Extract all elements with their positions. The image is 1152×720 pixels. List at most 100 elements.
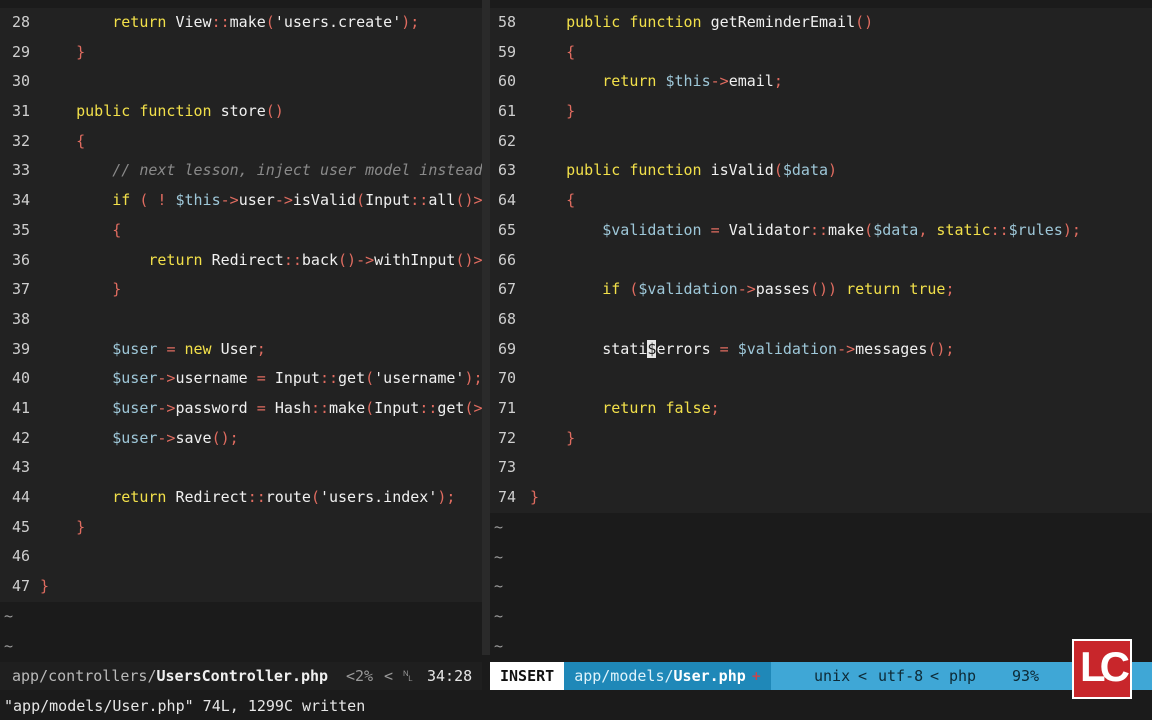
code-line[interactable]: 35 { xyxy=(0,216,482,246)
code-text[interactable]: return Redirect::route('users.index'); xyxy=(40,488,455,506)
code-text[interactable]: { xyxy=(530,191,575,209)
code-line[interactable]: 59 { xyxy=(490,38,1152,68)
line-number: 42 xyxy=(11,428,30,447)
line-number: 46 xyxy=(11,547,30,566)
line-number: 67 xyxy=(497,280,516,299)
code-text[interactable]: $user->username = Input::get('username')… xyxy=(40,369,482,387)
code-line[interactable]: 40 $user->username = Input::get('usernam… xyxy=(0,364,482,394)
code-text[interactable]: $user->password = Hash::make(Input::get(… xyxy=(40,399,482,417)
code-text[interactable]: // next lesson, inject user model instea… xyxy=(40,161,482,179)
tilde-marker: ~ xyxy=(4,607,14,625)
code-line[interactable]: 67 if ($validation->passes()) return tru… xyxy=(490,275,1152,305)
code-line[interactable]: 30 xyxy=(0,67,482,97)
line-number: 37 xyxy=(11,280,30,299)
line-number: 39 xyxy=(11,339,30,358)
code-line[interactable]: 46 xyxy=(0,542,482,572)
code-line[interactable]: 39 $user = new User; xyxy=(0,335,482,365)
tilde-marker: ~ xyxy=(494,577,504,596)
code-line[interactable]: 63 public function isValid($data) xyxy=(490,156,1152,186)
code-text[interactable]: return View::make('users.create'); xyxy=(40,13,419,31)
line-number: 59 xyxy=(497,42,516,61)
code-area-right[interactable]: 58 public function getReminderEmail() 59 … xyxy=(490,8,1152,513)
code-line[interactable]: 41 $user->password = Hash::make(Input::g… xyxy=(0,394,482,424)
vertical-split-divider[interactable] xyxy=(482,0,490,655)
code-line[interactable]: 72 } xyxy=(490,424,1152,454)
code-line[interactable]: 68 xyxy=(490,305,1152,335)
code-text[interactable]: $user = new User; xyxy=(40,340,266,358)
editor-pane-right[interactable]: 58 public function getReminderEmail() 59 … xyxy=(490,0,1152,655)
code-text[interactable]: { xyxy=(530,43,575,61)
line-number: 41 xyxy=(11,398,30,417)
line-number: 45 xyxy=(11,517,30,536)
line-number: 36 xyxy=(11,250,30,269)
code-text[interactable]: public function store() xyxy=(40,102,284,120)
code-text[interactable]: return $this->email; xyxy=(530,72,783,90)
code-line[interactable]: 36 return Redirect::back()->withInput()> xyxy=(0,246,482,276)
code-line[interactable]: 43 xyxy=(0,453,482,483)
code-text[interactable]: return Redirect::back()->withInput()> xyxy=(40,251,482,269)
status-right-percent: 93% xyxy=(1012,667,1040,685)
code-line[interactable]: 45 } xyxy=(0,513,482,543)
code-line[interactable]: 44 return Redirect::route('users.index')… xyxy=(0,483,482,513)
logo-text: LC xyxy=(1080,643,1130,690)
line-number: 72 xyxy=(497,428,516,447)
code-line[interactable]: 33 // next lesson, inject user model ins… xyxy=(0,156,482,186)
code-line[interactable]: 69 stati$errors = $validation->messages(… xyxy=(490,335,1152,365)
code-line[interactable]: 74} xyxy=(490,483,1152,513)
code-line[interactable]: 28 return View::make('users.create'); xyxy=(0,8,482,38)
code-text[interactable]: return false; xyxy=(530,399,719,417)
code-text[interactable]: public function isValid($data) xyxy=(530,161,837,179)
code-line[interactable]: 34 if ( ! $this->user->isValid(Input::al… xyxy=(0,186,482,216)
code-line[interactable]: 71 return false; xyxy=(490,394,1152,424)
code-line[interactable]: 64 { xyxy=(490,186,1152,216)
code-line[interactable]: 29 } xyxy=(0,38,482,68)
lc-logo: LC xyxy=(1072,639,1132,699)
code-text[interactable]: } xyxy=(40,43,85,61)
code-line[interactable]: 73 xyxy=(490,453,1152,483)
code-text[interactable]: } xyxy=(530,102,575,120)
line-number: 32 xyxy=(11,131,30,150)
line-number: 28 xyxy=(11,13,30,31)
code-text[interactable]: stati$errors = $validation->messages(); xyxy=(530,339,954,358)
code-line[interactable]: 66 xyxy=(490,246,1152,276)
code-text[interactable]: } xyxy=(40,518,85,536)
code-line[interactable]: 62 xyxy=(490,127,1152,157)
code-text[interactable]: { xyxy=(40,221,121,239)
code-line[interactable]: 37 } xyxy=(0,275,482,305)
file-format: unix xyxy=(814,667,851,685)
line-number: 69 xyxy=(497,339,516,358)
code-line[interactable]: 42 $user->save(); xyxy=(0,424,482,454)
line-number: 63 xyxy=(497,161,516,180)
code-line[interactable]: 65 $validation = Validator::make($data, … xyxy=(490,216,1152,246)
code-line[interactable]: 61 } xyxy=(490,97,1152,127)
status-right-chevron-2: < xyxy=(930,667,940,685)
code-text[interactable]: public function getReminderEmail() xyxy=(530,13,873,31)
code-line[interactable]: 38 xyxy=(0,305,482,335)
line-number: 34 xyxy=(11,191,30,210)
code-line[interactable]: 58 public function getReminderEmail() xyxy=(490,8,1152,38)
line-number: 40 xyxy=(11,369,30,388)
code-text[interactable]: { xyxy=(40,132,85,150)
file-encoding: utf-8 xyxy=(878,667,924,685)
line-number: 60 xyxy=(497,72,516,91)
code-text[interactable]: } xyxy=(530,429,575,447)
line-number: 65 xyxy=(497,220,516,239)
line-number: 58 xyxy=(497,13,516,31)
file-type: php xyxy=(949,667,977,685)
status-left-percent: <2% xyxy=(346,667,374,685)
code-text[interactable]: if ($validation->passes()) return true; xyxy=(530,280,954,298)
code-line[interactable]: 60 return $this->email; xyxy=(490,67,1152,97)
code-line[interactable]: 47} xyxy=(0,572,482,602)
code-text[interactable]: } xyxy=(530,488,539,506)
code-text[interactable]: $user->save(); xyxy=(40,429,238,447)
code-line[interactable]: 31 public function store() xyxy=(0,97,482,127)
editor-pane-left[interactable]: 28 return View::make('users.create'); 29 … xyxy=(0,0,482,655)
line-number: 33 xyxy=(11,161,30,180)
code-text[interactable]: $validation = Validator::make($data, sta… xyxy=(530,221,1081,239)
code-area-left[interactable]: 28 return View::make('users.create'); 29 … xyxy=(0,8,482,602)
code-line[interactable]: 70 xyxy=(490,364,1152,394)
code-line[interactable]: 32 { xyxy=(0,127,482,157)
code-text[interactable]: if ( ! $this->user->isValid(Input::all()… xyxy=(40,191,482,209)
code-text[interactable]: } xyxy=(40,280,121,298)
code-text[interactable]: } xyxy=(40,577,49,595)
